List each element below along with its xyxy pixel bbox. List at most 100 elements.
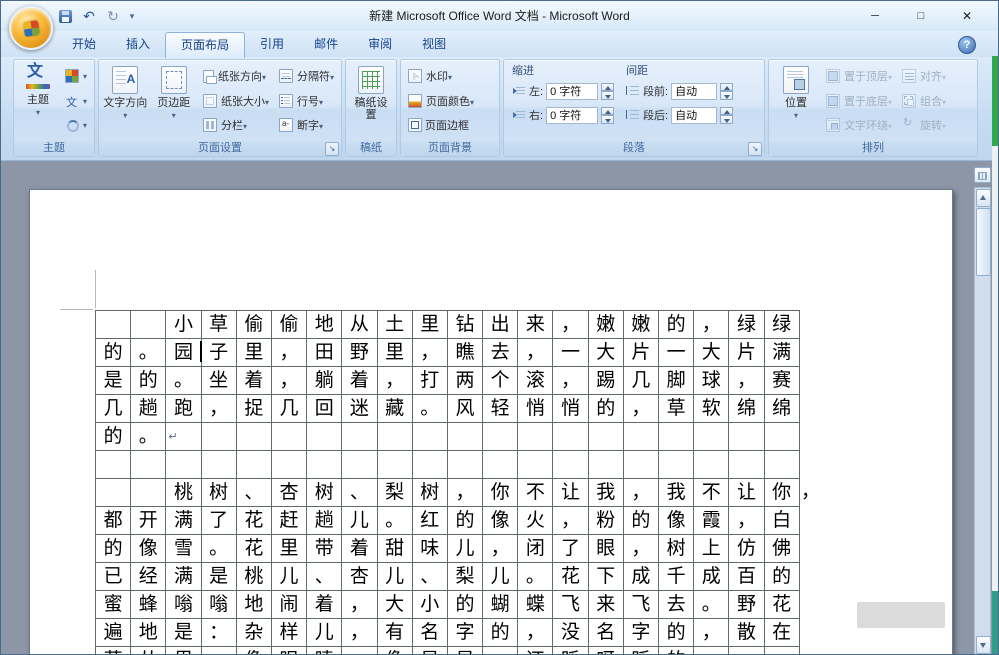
page-borders-icon bbox=[408, 118, 422, 132]
theme-colors-button[interactable] bbox=[62, 66, 90, 86]
theme-fonts-button[interactable] bbox=[62, 91, 90, 111]
grid-cell: 开 bbox=[131, 507, 166, 535]
group-arrange: 位置 置于顶层 置于底层 文字环绕 bbox=[768, 59, 978, 157]
grid-cell: ， bbox=[378, 367, 413, 395]
margins-button[interactable]: 页边距 bbox=[150, 62, 196, 139]
rotate-button[interactable]: 旋转 bbox=[899, 115, 949, 135]
grid-cell: 我 bbox=[659, 479, 694, 507]
grid-cell: 梨 bbox=[378, 479, 413, 507]
grid-cell: 样 bbox=[272, 619, 307, 647]
indent-right-field[interactable] bbox=[546, 107, 598, 124]
manuscript-settings-button[interactable]: 稿纸设置 bbox=[349, 62, 393, 139]
align-button[interactable]: 对齐 bbox=[899, 66, 949, 86]
office-button[interactable] bbox=[9, 6, 53, 50]
scroll-down-button[interactable] bbox=[976, 636, 991, 654]
grid-cell: 蝶 bbox=[518, 591, 553, 619]
tab-references[interactable]: 引用 bbox=[245, 32, 299, 57]
desktop-sliver bbox=[992, 146, 998, 591]
grid-cell bbox=[378, 451, 413, 479]
send-to-back-button[interactable]: 置于底层 bbox=[823, 91, 895, 111]
qat-customize-button[interactable]: ▾ bbox=[127, 6, 137, 26]
spinner-up-button[interactable] bbox=[720, 83, 733, 92]
tab-page-layout[interactable]: 页面布局 bbox=[165, 32, 245, 58]
tab-home[interactable]: 开始 bbox=[57, 32, 111, 57]
word-window: ↶ ↻ ▾ 新建 Microsoft Office Word 文档 - Micr… bbox=[0, 0, 999, 655]
columns-button[interactable]: 分栏 bbox=[200, 115, 272, 135]
watermark-button[interactable]: 水印 bbox=[405, 66, 495, 86]
help-button[interactable]: ? bbox=[958, 36, 976, 54]
grid-cell: ， bbox=[553, 507, 588, 535]
grid-cell bbox=[483, 451, 518, 479]
grid-cell: 。 bbox=[694, 591, 729, 619]
vertical-scrollbar[interactable] bbox=[974, 167, 991, 655]
tab-mailings[interactable]: 邮件 bbox=[299, 32, 353, 57]
grid-cell: 花 bbox=[765, 591, 800, 619]
grid-cell: 成 bbox=[694, 563, 729, 591]
grid-cell bbox=[202, 423, 237, 451]
grid-cell: ， bbox=[553, 367, 588, 395]
tab-insert[interactable]: 插入 bbox=[111, 32, 165, 57]
grid-cell: 偷 bbox=[272, 311, 307, 339]
close-button[interactable]: ✕ bbox=[944, 1, 990, 31]
grid-cell: 树 bbox=[202, 479, 237, 507]
grid-cell: ， bbox=[518, 619, 553, 647]
grid-cell: 跑 bbox=[166, 395, 201, 423]
group-button[interactable]: 组合 bbox=[899, 91, 949, 111]
grid-cell: ， bbox=[624, 479, 659, 507]
grid-cell: 花 bbox=[553, 563, 588, 591]
text-wrapping-button[interactable]: 文字环绕 bbox=[823, 115, 895, 135]
text-cursor bbox=[200, 341, 202, 362]
ruler-toggle-button[interactable] bbox=[974, 167, 991, 183]
grid-cell: 。 bbox=[694, 647, 729, 655]
quick-access-toolbar: ↶ ↻ ▾ bbox=[55, 6, 137, 26]
grid-cell: 眨 bbox=[624, 647, 659, 655]
grid-cell: 踢 bbox=[589, 367, 624, 395]
grid-cell: 蜜 bbox=[96, 591, 131, 619]
grid-cell bbox=[307, 451, 342, 479]
grid-cell bbox=[237, 423, 272, 451]
scrollbar-track[interactable] bbox=[974, 187, 991, 655]
tab-view[interactable]: 视图 bbox=[407, 32, 461, 57]
spacing-after-field[interactable] bbox=[671, 107, 717, 124]
minimize-button[interactable]: ─ bbox=[852, 1, 898, 31]
grid-cell: ， bbox=[342, 619, 377, 647]
spinner-up-button[interactable] bbox=[601, 83, 614, 92]
bring-to-front-button[interactable]: 置于顶层 bbox=[823, 66, 895, 86]
orientation-button[interactable]: 纸张方向 bbox=[200, 66, 272, 86]
paragraph-dialog-launcher[interactable]: ↘ bbox=[748, 142, 762, 156]
spinner-down-button[interactable] bbox=[601, 91, 614, 100]
paper-size-icon bbox=[203, 94, 217, 108]
grid-cell: 绵 bbox=[765, 395, 800, 423]
indent-left-field[interactable] bbox=[546, 83, 598, 100]
spinner-up-button[interactable] bbox=[720, 107, 733, 116]
grid-cell: ， bbox=[342, 591, 377, 619]
theme-effects-button[interactable] bbox=[62, 115, 90, 135]
paper-size-button[interactable]: 纸张大小 bbox=[200, 91, 272, 111]
redo-button[interactable]: ↻ bbox=[103, 6, 123, 26]
tab-review[interactable]: 审阅 bbox=[353, 32, 407, 57]
spinner-down-button[interactable] bbox=[720, 91, 733, 100]
breaks-button[interactable]: 分隔符 bbox=[276, 66, 337, 86]
page-setup-dialog-launcher[interactable]: ↘ bbox=[325, 142, 339, 156]
grid-cell: 眨 bbox=[553, 647, 588, 655]
line-numbers-button[interactable]: 行号 bbox=[276, 91, 337, 111]
qat-dropdown-icon: ▾ bbox=[130, 11, 135, 22]
document-page[interactable]: 小草偷偷地从土里钻出来，嫩嫩的，绿绿的。园子里，田野里，瞧去，一大片一大片满是的… bbox=[29, 189, 953, 655]
spinner-down-button[interactable] bbox=[720, 115, 733, 124]
manuscript-settings-icon bbox=[358, 66, 384, 94]
maximize-button[interactable]: □ bbox=[898, 1, 944, 31]
grid-cell: 。 bbox=[413, 395, 448, 423]
text-direction-button[interactable]: 文字方向 bbox=[102, 62, 148, 139]
spinner-down-button[interactable] bbox=[601, 115, 614, 124]
page-borders-button[interactable]: 页面边框 bbox=[405, 115, 495, 135]
themes-button[interactable]: 主题 bbox=[17, 62, 59, 139]
position-button[interactable]: 位置 bbox=[772, 62, 820, 139]
scroll-up-button[interactable] bbox=[976, 189, 991, 207]
undo-button[interactable]: ↶ bbox=[79, 6, 99, 26]
page-color-button[interactable]: 页面颜色 bbox=[405, 91, 495, 111]
spacing-before-field[interactable] bbox=[671, 83, 717, 100]
hyphenation-button[interactable]: 断字 bbox=[276, 115, 337, 135]
save-button[interactable] bbox=[55, 6, 75, 26]
scrollbar-thumb[interactable] bbox=[976, 208, 991, 276]
spinner-up-button[interactable] bbox=[601, 107, 614, 116]
